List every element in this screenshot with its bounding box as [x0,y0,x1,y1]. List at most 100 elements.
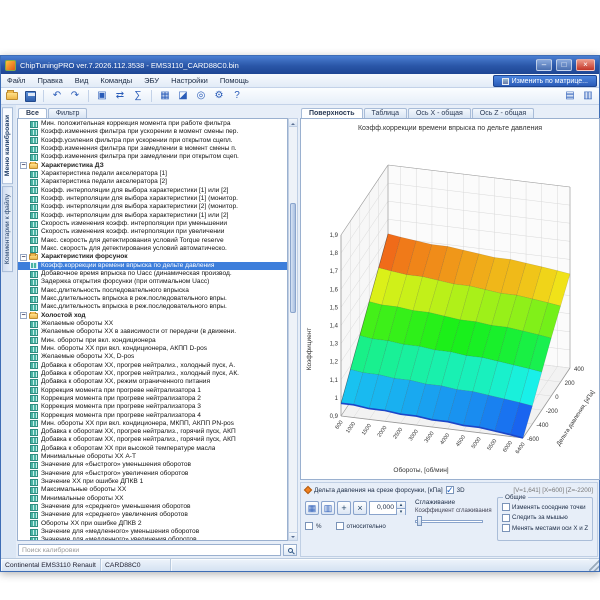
tree-item-row[interactable]: Макс.длительность впрыска в реж.последов… [18,303,287,311]
menu-item-5[interactable]: ЭБУ [138,74,165,87]
slider-thumb[interactable] [417,516,422,526]
tree-item-row[interactable]: Добавка к оборотам ХХ, прогрев нейтрализ… [18,428,287,436]
tree-item-row[interactable]: Добавка к оборотам ХХ, режим ограниченно… [18,378,287,386]
tree-item-row[interactable]: Характеристика педали акселератора [1] [18,170,287,178]
menu-item-7[interactable]: Помощь [214,74,255,87]
tree-item-row[interactable]: Желаемые обороты ХХ [18,320,287,328]
tree-item-row[interactable]: Мин. обороты при вкл. кондиционера [18,337,287,345]
tree-item-row[interactable]: Значение для «медленного» уменьшения обо… [18,528,287,536]
minimize-button[interactable]: – [536,59,552,71]
tree-item-row[interactable]: Макс. скорость для детектирования услови… [18,237,287,245]
tree-item-row[interactable]: Значение для «медленного» увеличения обо… [18,536,287,541]
tree-item-row[interactable]: Значение для «среднего» увеличения оборо… [18,511,287,519]
scrollbar-thumb[interactable] [290,203,296,312]
tree-item-row[interactable]: Коэфф.изменения фильтра при замедлении в… [18,145,287,153]
window-layout-button[interactable]: ▤ [562,89,578,104]
tree-item-row[interactable]: Мин. обороты ХХ при вкл. кондиционера, М… [18,420,287,428]
title-bar[interactable]: ChipTuningPRO ver.7.2026.112.3538 - EMS3… [1,56,599,74]
tree-item-row[interactable]: Максимальные обороты ХХ [18,486,287,494]
tree-item-row[interactable]: Коэфф.изменения фильтра при замедлении п… [18,153,287,161]
compare-button[interactable]: ⇄ [112,89,128,104]
copy-button[interactable]: ▣ [94,89,110,104]
checksum-button[interactable]: ∑ [130,89,146,104]
close-button[interactable]: × [576,59,595,71]
tree-item-row[interactable]: Коэфф. интерполяции для выбора характери… [18,187,287,195]
tree-folder-row[interactable]: −Холостой ход [18,312,287,320]
surface-chart[interactable]: 0,911,11,21,31,41,51,61,71,81,9600100015… [300,118,600,480]
tree-item-row[interactable]: Минимальные обороты ХХ [18,495,287,503]
tree-item-row[interactable]: Задержка открытия форсунки (при оптималь… [18,278,287,286]
tree-item-row[interactable]: Добавка к оборотам ХХ, прогрев нейтрализ… [18,370,287,378]
scroll-up-button[interactable] [289,119,297,127]
tree-item-row[interactable]: Коррекция момента при прогреве нейтрализ… [18,387,287,395]
checkbox-3d[interactable] [446,486,454,494]
tree-item-row[interactable]: Коррекция момента при прогреве нейтрализ… [18,411,287,419]
tree-item-row[interactable]: Желаемые обороты ХХ, D-pos [18,353,287,361]
resize-grip[interactable] [589,559,599,571]
left-tab-1[interactable]: Все [18,108,47,118]
collapse-icon[interactable]: − [20,162,27,169]
side-tab-1[interactable]: Меню калибровки [2,107,13,184]
tree-item-row[interactable]: Макс.длительность последовательного впры… [18,287,287,295]
tree-item-row[interactable]: Добавка к оборотам ХХ, прогрев нейтрализ… [18,436,287,444]
menu-item-1[interactable]: Файл [1,74,31,87]
redo-button[interactable]: ↷ [67,89,83,104]
tree-item-row[interactable]: Мин. обороты ХХ при вкл. кондиционера, А… [18,345,287,353]
menu-item-6[interactable]: Настройки [165,74,214,87]
panel-view-button[interactable]: ▥ [580,89,596,104]
chart-3d-button[interactable]: ◪ [175,89,191,104]
tree-item-row[interactable]: Коррекция момента при прогреве нейтрализ… [18,403,287,411]
tree-item-row[interactable]: Желаемые обороты ХХ в зависимости от пер… [18,328,287,336]
tree-item-row[interactable]: Скорость изменения коэфф. интерполяции п… [18,220,287,228]
tree-item-row[interactable]: Значение ХХ при ошибке ДПКВ 1 [18,478,287,486]
tree-folder-row[interactable]: −Характеристика ДЗ [18,162,287,170]
menu-item-2[interactable]: Правка [31,74,68,87]
tree-item-row[interactable]: Мин. положительная коррекция момента при… [18,120,287,128]
collapse-icon[interactable]: − [20,254,27,261]
add-button[interactable]: + [337,501,351,515]
left-tab-2[interactable]: Фильтр [48,108,88,118]
collapse-icon[interactable]: − [20,312,27,319]
tree-item-row[interactable]: Характеристика педали акселератора [2] [18,178,287,186]
tree-item-row[interactable]: Минимальные обороты ХХ А-Т [18,453,287,461]
edit-table-button[interactable]: ▦ [305,501,319,515]
tree-item-row[interactable]: Коэфф. интерполяции для выбора характери… [18,212,287,220]
tree-item-row[interactable]: Значение для «среднего» уменьшения оборо… [18,503,287,511]
tree-item-row[interactable]: Значение для «быстрого» увеличения оборо… [18,470,287,478]
tree-folder-row[interactable]: −Характеристики форсунок [18,253,287,261]
tree-item-row[interactable]: Коэфф.усиления фильтра при ускорении при… [18,137,287,145]
tree-item-row[interactable]: Коэфф.коррекции времени впрыска по дельт… [18,262,287,270]
tree-item-row[interactable]: Добавка к оборотам ХХ, прогрев нейтрализ… [18,362,287,370]
table-button[interactable]: ▦ [157,89,173,104]
tree-item-row[interactable]: Значение для «быстрого» уменьшения оборо… [18,461,287,469]
spin-up-icon[interactable]: ▴ [397,502,405,509]
right-tab-1[interactable]: Поверхность [301,108,363,118]
tree-item-row[interactable]: Коэфф. интерполяции для выбора характери… [18,203,287,211]
common-checkbox-2[interactable] [502,514,510,522]
tree-item-row[interactable]: Обороты ХХ при ошибке ДПКВ 2 [18,520,287,528]
tree-item-row[interactable]: Макс.длительность впрыска в реж.последов… [18,295,287,303]
help-button[interactable]: ? [229,89,245,104]
edit-by-matrix-button[interactable]: Изменить по матрице... [493,75,597,87]
search-button[interactable]: ◎ [193,89,209,104]
menu-item-4[interactable]: Команды [94,74,138,87]
side-tab-2[interactable]: Комментарии к файлу [2,186,13,272]
scroll-down-button[interactable] [289,532,297,540]
percent-checkbox[interactable] [305,522,313,530]
spin-down-icon[interactable]: ▾ [397,509,405,515]
search-input[interactable] [18,544,281,556]
search-button[interactable] [283,544,297,556]
multiply-button[interactable]: × [353,501,367,515]
relative-checkbox[interactable] [336,522,344,530]
tree-item-row[interactable]: Коррекция момента при прогреве нейтрализ… [18,395,287,403]
save-file-button[interactable] [22,89,38,104]
open-file-button[interactable] [4,89,20,104]
right-tab-3[interactable]: Ось X - общая [408,108,471,118]
menu-item-3[interactable]: Вид [69,74,95,87]
copy-table-button[interactable]: ▥ [321,501,335,515]
tree-item-row[interactable]: Коэфф.изменения фильтра при ускорении в … [18,128,287,136]
tree-item-row[interactable]: Скорость изменения коэфф. интерполяции п… [18,228,287,236]
right-tab-4[interactable]: Ось Z - общая [472,108,534,118]
tree-item-row[interactable]: Макс. скорость для детектирования услови… [18,245,287,253]
undo-button[interactable]: ↶ [49,89,65,104]
